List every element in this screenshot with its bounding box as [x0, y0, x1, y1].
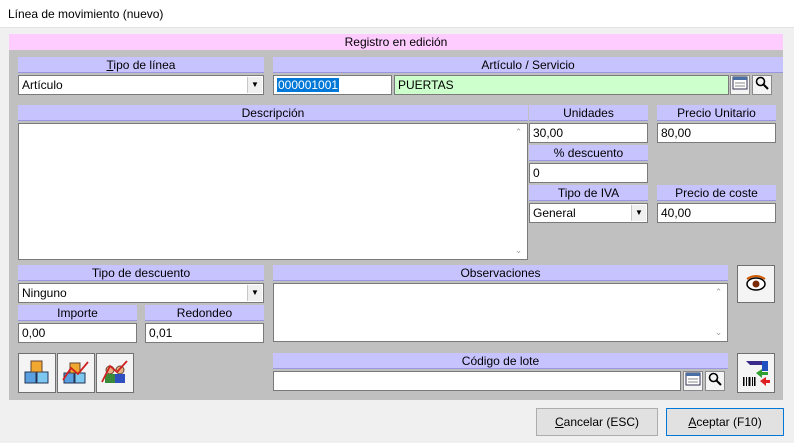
tipo-iva-select[interactable]: General ▼ [529, 203, 648, 223]
precio-coste-input[interactable]: 40,00 [657, 203, 776, 223]
observaciones-textarea[interactable]: ⌃ ⌄ [273, 283, 728, 342]
chevron-down-icon[interactable]: ▼ [247, 77, 262, 93]
tipo-linea-header-text: ipo de línea [113, 58, 176, 72]
tipo-linea-value: Artículo [22, 78, 63, 92]
window-title: Línea de movimiento (nuevo) [8, 7, 164, 21]
accept-label: ceptar (F10) [696, 415, 762, 429]
redondeo-header: Redondeo [145, 305, 264, 321]
chevron-down-icon[interactable]: ▼ [247, 285, 262, 301]
observaciones-header: Observaciones [273, 265, 728, 281]
articulo-name-field: PUERTAS [394, 75, 729, 95]
descripcion-header: Descripción [18, 105, 528, 121]
tipo-linea-select[interactable]: Artículo ▼ [18, 75, 264, 95]
unidades-input[interactable]: 30,00 [529, 123, 648, 143]
descripcion-scrollbar[interactable]: ⌃ ⌄ [510, 124, 527, 259]
observaciones-scrollbar[interactable]: ⌃ ⌄ [710, 284, 727, 341]
calendar-icon[interactable] [730, 75, 750, 95]
tipo-descuento-header: Tipo de descuento [18, 265, 264, 281]
lote-input[interactable] [273, 371, 681, 391]
users-chart-icon[interactable] [96, 353, 134, 393]
boxes-icon[interactable] [18, 353, 56, 393]
scroll-down-icon[interactable]: ⌄ [710, 324, 727, 341]
form-panel: Registro en edición Tipo de línea Artícu… [9, 34, 783, 400]
redondeo-input[interactable]: 0,01 [145, 323, 264, 343]
descuento-header: % descuento [529, 145, 648, 161]
status-bar: Registro en edición [9, 34, 783, 50]
tipo-linea-header: Tipo de línea [18, 57, 264, 73]
scroll-up-icon[interactable]: ⌃ [710, 284, 727, 301]
articulo-header: Artículo / Servicio [273, 57, 783, 73]
tipo-iva-value: General [533, 206, 576, 220]
importe-input[interactable]: 0,00 [18, 323, 137, 343]
articulo-code-input[interactable]: 000001001 [273, 75, 392, 95]
boxes-chart-icon[interactable] [57, 353, 95, 393]
scroll-up-icon[interactable]: ⌃ [510, 124, 527, 141]
search-icon[interactable] [752, 75, 772, 95]
barcode-transfer-icon[interactable] [737, 353, 775, 393]
scroll-down-icon[interactable]: ⌄ [510, 242, 527, 259]
descripcion-textarea[interactable]: ⌃ ⌄ [18, 123, 528, 260]
tipo-descuento-select[interactable]: Ninguno ▼ [18, 283, 264, 303]
precio-unitario-header: Precio Unitario [657, 105, 776, 121]
tipo-iva-header: Tipo de IVA [529, 185, 648, 201]
chevron-down-icon[interactable]: ▼ [631, 205, 646, 221]
tipo-descuento-value: Ninguno [22, 286, 67, 300]
importe-header: Importe [18, 305, 137, 321]
eye-icon[interactable] [737, 265, 775, 303]
title-bar: Línea de movimiento (nuevo) [0, 0, 794, 28]
articulo-code-value: 000001001 [277, 78, 340, 92]
lote-header: Código de lote [273, 353, 728, 369]
accept-button[interactable]: Aceptar (F10) [666, 408, 784, 436]
search-icon[interactable] [705, 371, 725, 391]
precio-coste-header: Precio de coste [657, 185, 776, 201]
cancel-accel: C [554, 415, 564, 429]
cancel-button[interactable]: Cancelar (ESC) [536, 408, 658, 436]
cancel-label: ancelar (ESC) [563, 415, 640, 429]
precio-unitario-input[interactable]: 80,00 [657, 123, 776, 143]
calendar-icon[interactable] [683, 371, 703, 391]
descuento-input[interactable]: 0 [529, 163, 648, 183]
unidades-header: Unidades [529, 105, 648, 121]
